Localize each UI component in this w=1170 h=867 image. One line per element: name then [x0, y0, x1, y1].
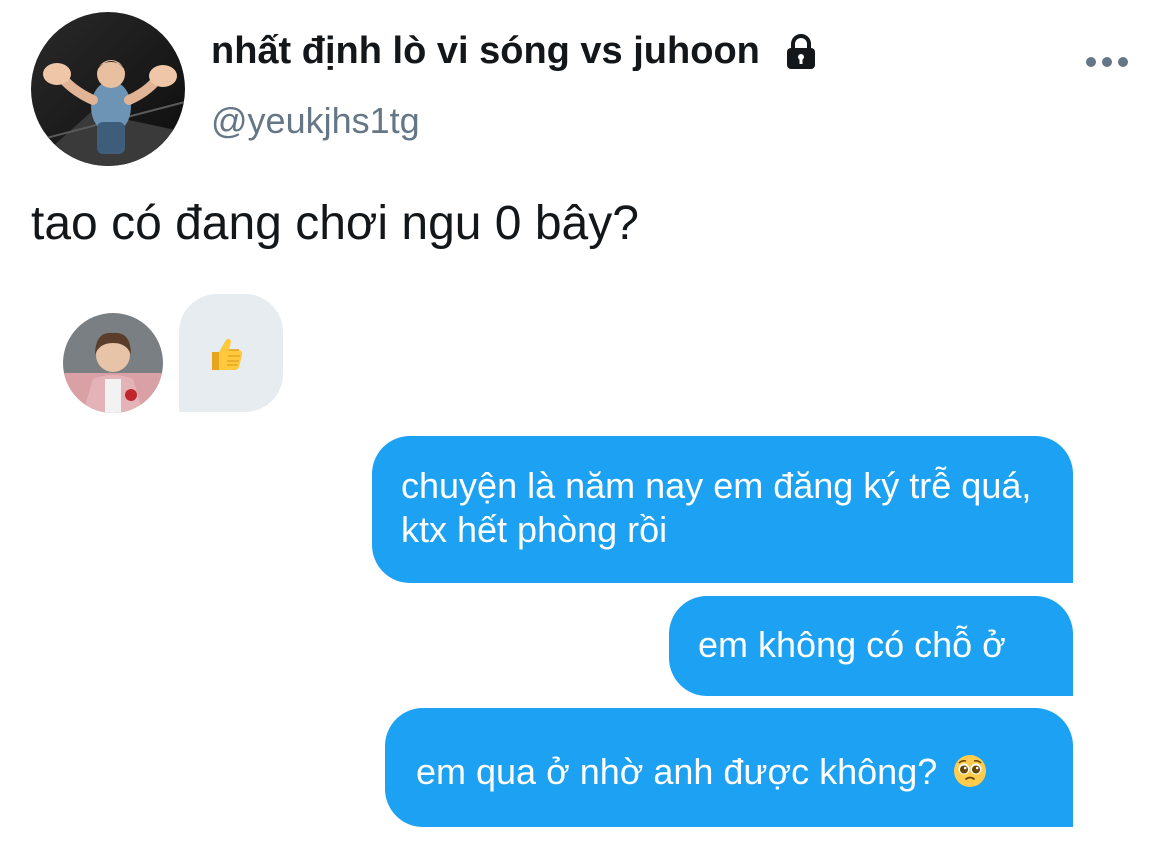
pleading-face-icon — [953, 754, 987, 788]
thumbs-up-icon — [206, 334, 246, 374]
display-name-row[interactable]: nhất định lò vi sóng vs juhoon — [211, 30, 820, 73]
message-text: em qua ở nhờ anh được không? — [416, 751, 938, 792]
user-handle[interactable]: @yeukjhs1tg — [211, 100, 420, 142]
message-text: em không có chỗ ở — [698, 624, 1006, 665]
sent-message-bubble[interactable]: chuyện là năm nay em đăng ký trễ quá, kt… — [372, 436, 1073, 583]
message-text: chuyện là năm nay em đăng ký trễ quá, kt… — [401, 465, 1032, 550]
received-message-bubble[interactable] — [179, 294, 283, 412]
tweet-text: tao có đang chơi ngu 0 bây? — [31, 197, 639, 250]
lock-icon — [782, 33, 820, 71]
chat-avatar[interactable] — [63, 313, 163, 413]
sent-message-bubble[interactable]: em không có chỗ ở — [669, 596, 1073, 696]
more-options-icon[interactable] — [1085, 52, 1129, 72]
sent-message-bubble[interactable]: em qua ở nhờ anh được không? — [385, 708, 1073, 827]
display-name[interactable]: nhất định lò vi sóng vs juhoon — [211, 30, 760, 73]
profile-avatar[interactable] — [31, 12, 185, 166]
